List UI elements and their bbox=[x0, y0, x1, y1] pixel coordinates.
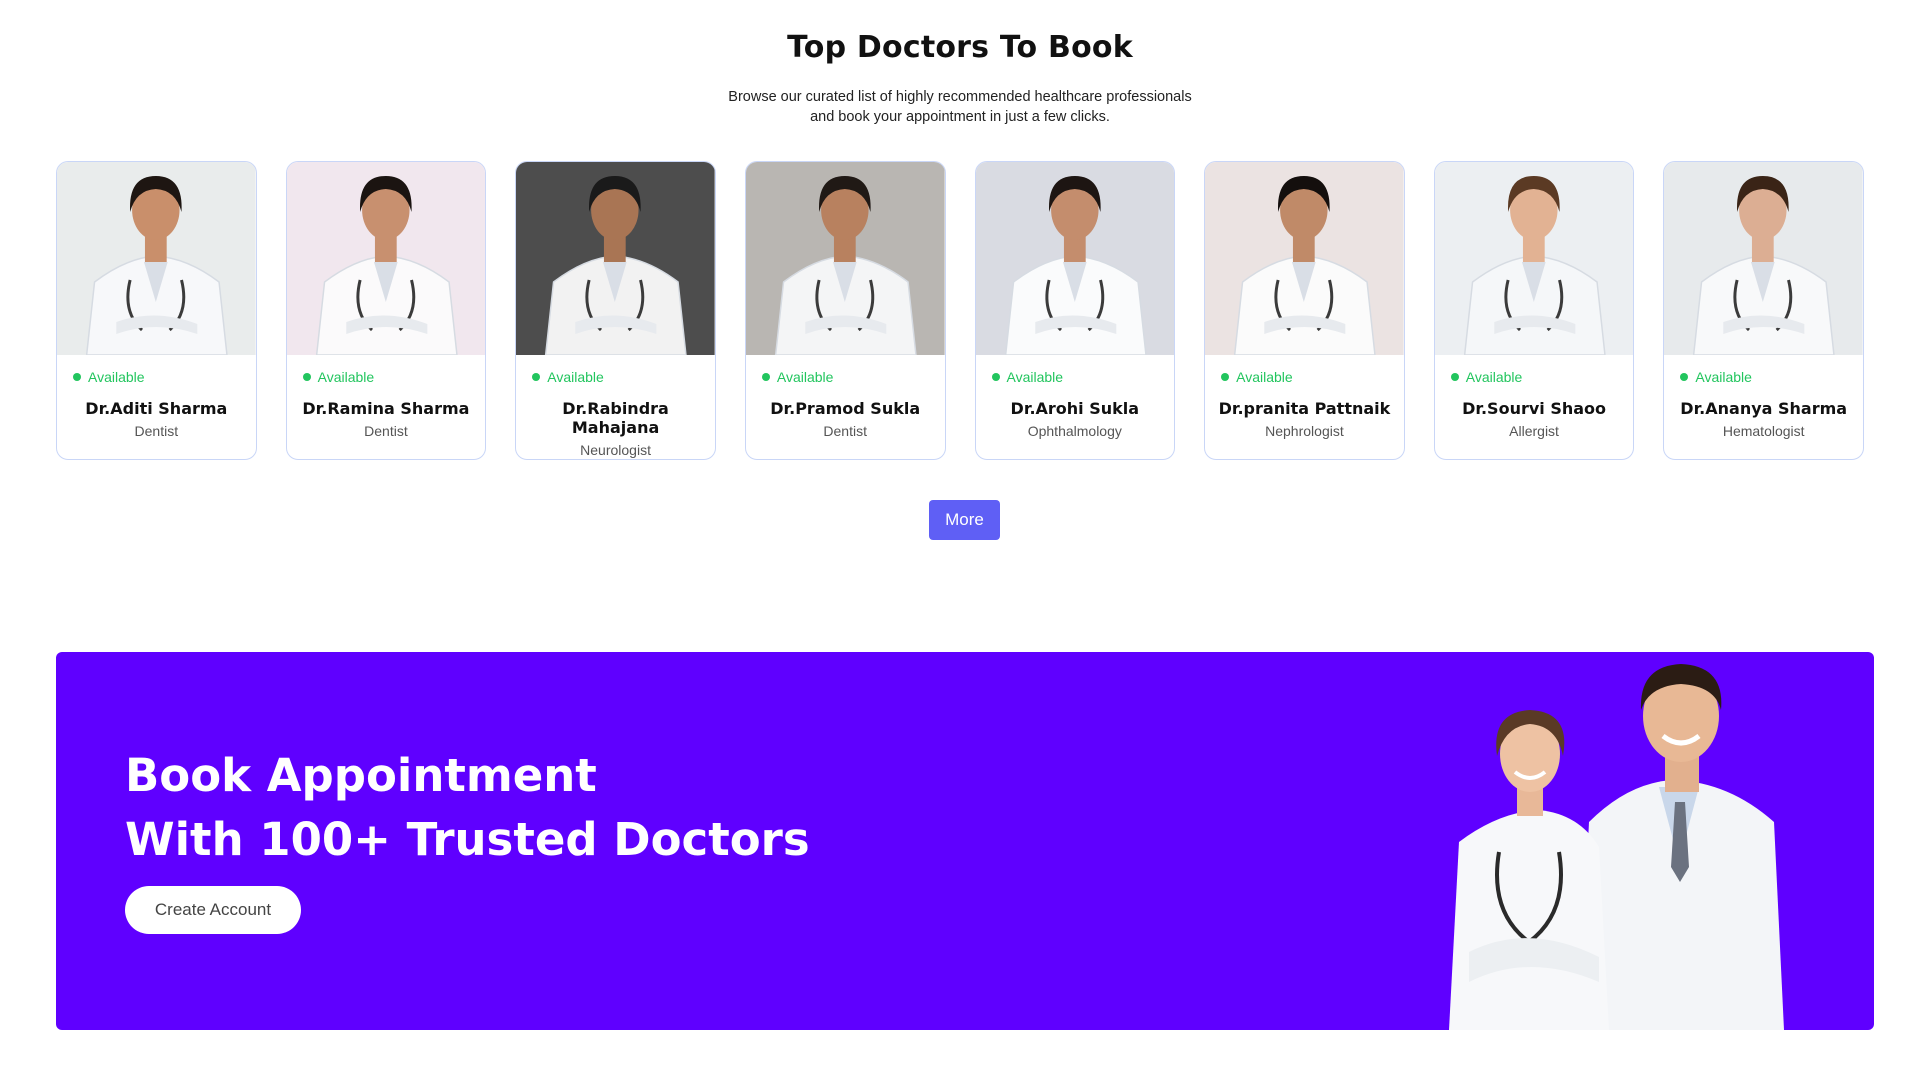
doctor-name: Dr.Rabindra Mahajana bbox=[562, 399, 669, 437]
status-dot-icon bbox=[991, 373, 1000, 381]
doctor-speciality: Neurologist bbox=[580, 442, 651, 458]
availability-label: Available bbox=[1236, 369, 1293, 385]
doctor-card[interactable]: Available Dr.Ramina Sharma Dentist bbox=[285, 161, 487, 460]
doctor-photo bbox=[516, 162, 715, 355]
doctor-photo bbox=[1434, 162, 1634, 355]
availability-label: Available bbox=[1465, 369, 1523, 385]
doctor-card[interactable]: Available Dr.Sourvi Shaoo Allergist bbox=[1433, 161, 1635, 460]
doctor-name: Dr.Pramod Sukla bbox=[770, 399, 921, 418]
doctor-photo bbox=[57, 162, 256, 355]
banner-title: Book Appointment With 100+ Trusted Docto… bbox=[125, 744, 810, 872]
doctor-card-list: Available Dr.Aditi Sharma Dentist Availa… bbox=[56, 161, 1864, 460]
doctor-speciality: Dentist bbox=[134, 423, 179, 439]
availability-status: Available bbox=[287, 369, 486, 385]
status-dot-icon bbox=[1450, 373, 1459, 381]
availability-label: Available bbox=[547, 369, 604, 385]
status-dot-icon bbox=[1680, 373, 1689, 381]
doctor-name: Dr.Sourvi Shaoo bbox=[1462, 399, 1607, 418]
availability-status: Available bbox=[1435, 369, 1634, 385]
availability-status: Available bbox=[976, 369, 1175, 385]
doctor-speciality: Dentist bbox=[364, 423, 408, 439]
status-dot-icon bbox=[73, 373, 81, 381]
availability-status: Available bbox=[516, 369, 715, 385]
status-dot-icon bbox=[1221, 373, 1230, 381]
doctors-illustration bbox=[1449, 664, 1784, 1030]
doctor-speciality: Dentist bbox=[823, 423, 867, 439]
doctor-photo bbox=[286, 162, 486, 355]
create-account-button[interactable]: Create Account bbox=[125, 886, 301, 934]
doctor-card[interactable]: Available Dr.Ananya Sharma Hematologist bbox=[1663, 161, 1864, 460]
section-subtitle: Browse our curated list of highly recomm… bbox=[728, 89, 1192, 125]
doctor-card[interactable]: Available Dr.pranita Pattnaik Nephrologi… bbox=[1204, 161, 1405, 460]
availability-status: Available bbox=[1205, 369, 1404, 385]
more-button[interactable]: More bbox=[929, 500, 1000, 540]
doctor-speciality: Allergist bbox=[1509, 423, 1559, 439]
doctor-speciality: Nephrologist bbox=[1265, 423, 1344, 439]
doctor-photo bbox=[975, 162, 1175, 355]
doctor-name: Dr.pranita Pattnaik bbox=[1218, 399, 1391, 418]
doctor-speciality: Ophthalmology bbox=[1027, 423, 1122, 439]
doctor-card[interactable]: Available Dr.Arohi Sukla Ophthalmology bbox=[974, 161, 1176, 460]
doctor-name: Dr.Arohi Sukla bbox=[1010, 399, 1140, 418]
doctor-name: Dr.Aditi Sharma bbox=[85, 399, 228, 418]
banner-title-line-2: With 100+ Trusted Doctors bbox=[125, 813, 810, 866]
doctor-card[interactable]: Available Dr.Rabindra Mahajana Neurologi… bbox=[515, 161, 716, 460]
availability-label: Available bbox=[1695, 369, 1752, 385]
availability-status: Available bbox=[57, 369, 256, 385]
banner-title-line-1: Book Appointment bbox=[125, 749, 597, 802]
status-dot-icon bbox=[302, 373, 311, 381]
availability-status: Available bbox=[746, 369, 945, 385]
doctor-photo bbox=[1664, 162, 1863, 355]
doctor-card[interactable]: Available Dr.Pramod Sukla Dentist bbox=[744, 161, 946, 460]
status-dot-icon bbox=[532, 373, 541, 381]
doctor-name: Dr.Ananya Sharma bbox=[1680, 399, 1848, 418]
top-doctors-header: Top Doctors To Book Browse our curated l… bbox=[0, 30, 1920, 127]
section-title: Top Doctors To Book bbox=[787, 30, 1133, 65]
doctor-card[interactable]: Available Dr.Aditi Sharma Dentist bbox=[56, 161, 257, 460]
doctor-speciality: Hematologist bbox=[1722, 423, 1805, 439]
availability-label: Available bbox=[776, 369, 834, 385]
doctor-name: Dr.Ramina Sharma bbox=[302, 399, 470, 418]
appointment-banner: Book Appointment With 100+ Trusted Docto… bbox=[56, 652, 1874, 1030]
availability-label: Available bbox=[1006, 369, 1064, 385]
availability-label: Available bbox=[88, 369, 145, 385]
doctor-photo bbox=[1205, 162, 1404, 355]
availability-label: Available bbox=[317, 369, 375, 385]
status-dot-icon bbox=[761, 373, 770, 381]
doctor-photo bbox=[745, 162, 945, 355]
availability-status: Available bbox=[1664, 369, 1863, 385]
